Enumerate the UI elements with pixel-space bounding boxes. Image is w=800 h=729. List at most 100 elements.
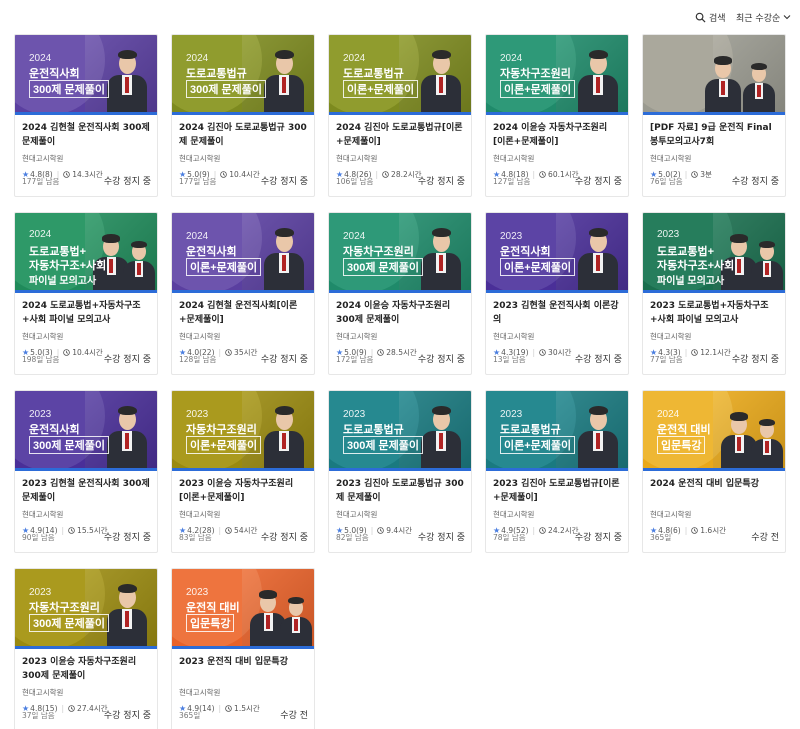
thumb-line1: 운전직사회: [186, 246, 237, 258]
course-card[interactable]: 2024 도로교통법+ 자동차구조+사회 파이널 모의고사 2024 도로교통법…: [14, 212, 158, 375]
course-institution: 현대고시학원: [22, 154, 64, 163]
thumb-line1: 운전직사회: [29, 424, 80, 436]
course-thumbnail: 2024 자동차구조원리 이론+문제풀이: [486, 35, 628, 115]
course-card[interactable]: 2024 자동차구조원리 이론+문제풀이 2024 이윤승 자동차구조원리 [이…: [485, 34, 629, 197]
instructor-photo: [751, 239, 783, 293]
search-button[interactable]: 검색: [695, 10, 726, 24]
course-card[interactable]: 2024 운전직 대비 입문특강 2024 운전직 대비 입문특강 현대고시학원…: [642, 390, 786, 553]
course-title[interactable]: 2023 김현철 운전직사회 300제 문제풀이: [22, 477, 151, 505]
thumb-year: 2023: [500, 409, 523, 420]
course-card[interactable]: 2023 도로교통법규 이론+문제풀이 2023 김진아 도로교통법규[이론+문…: [485, 390, 629, 553]
course-status: 수강 정지 중: [574, 533, 622, 543]
course-institution: 현대고시학원: [22, 332, 64, 341]
thumb-line1: 운전직사회: [500, 246, 551, 258]
course-card[interactable]: 2024 운전직사회 이론+문제풀이 2024 김현철 운전직사회[이론+문제풀…: [171, 212, 315, 375]
course-card[interactable]: 2024 자동차구조원리 300제 문제풀이 2024 이윤승 자동차구조원리 …: [328, 212, 472, 375]
course-card[interactable]: 2023 도로교통법+ 자동차구조+사회 파이널 모의고사 2023 도로교통법…: [642, 212, 786, 375]
course-status: 수강 정지 중: [417, 177, 465, 187]
course-title[interactable]: 2023 도로교통법+자동차구조+사회 파이널 모의고사: [650, 299, 779, 327]
course-thumbnail: 2023 운전직사회 이론+문제풀이: [486, 213, 628, 293]
thumb-line2: 이론+문제풀이: [186, 436, 262, 454]
instructor-photo: [123, 239, 155, 293]
course-card[interactable]: 2023 자동차구조원리 이론+문제풀이 2023 이윤승 자동차구조원리 [이…: [171, 390, 315, 553]
thumb-line1: 자동차구조원리: [186, 424, 257, 436]
instructor-photo: [751, 417, 783, 471]
course-status: 수강 정지 중: [260, 533, 308, 543]
course-thumbnail: 2024 자동차구조원리 300제 문제풀이: [329, 213, 471, 293]
top-bar: 검색 최근 수강순: [0, 0, 800, 34]
course-card[interactable]: 2024 운전직사회 300제 문제풀이 2024 김현철 운전직사회 300제…: [14, 34, 158, 197]
course-title[interactable]: 2023 이윤승 자동차구조원리 [이론+문제풀이]: [179, 477, 308, 505]
instructor-photo: [264, 47, 304, 115]
course-remaining-days: 76일 남음: [650, 177, 683, 186]
thumb-line2: 300제 문제풀이: [186, 80, 267, 98]
course-remaining-days: 177일 남음: [22, 177, 60, 186]
course-title[interactable]: 2023 김진아 도로교통법규[이론+문제풀이]: [493, 477, 622, 505]
course-institution: 현대고시학원: [336, 510, 378, 519]
thumb-line2: 이론+문제풀이: [500, 436, 576, 454]
thumb-line2: 자동차구조+사회: [29, 260, 107, 272]
thumb-line1: 도로교통법규: [343, 424, 404, 436]
course-title[interactable]: 2023 운전직 대비 입문특강: [179, 655, 308, 683]
course-status: 수강 정지 중: [574, 177, 622, 187]
thumb-line1: 자동차구조원리: [29, 602, 100, 614]
course-status: 수강 정지 중: [103, 711, 151, 721]
thumb-year: 2023: [29, 409, 52, 420]
course-title[interactable]: 2024 이윤승 자동차구조원리 300제 문제풀이: [336, 299, 465, 327]
course-thumbnail: 2024 운전직사회 이론+문제풀이: [172, 213, 314, 293]
instructor-photo: [264, 225, 304, 293]
thumb-line1: 운전직 대비: [186, 602, 240, 614]
thumb-accent-bar: [643, 290, 785, 293]
thumb-line1: 도로교통법규: [343, 68, 404, 80]
thumb-year: 2023: [657, 229, 680, 240]
sort-dropdown[interactable]: 최근 수강순: [736, 10, 791, 24]
course-remaining-days: 198일 남음: [22, 355, 60, 364]
thumb-year: 2023: [186, 587, 209, 598]
thumb-line2: 이론+문제풀이: [500, 80, 576, 98]
course-title[interactable]: 2024 운전직 대비 입문특강: [650, 477, 779, 505]
course-thumbnail: 2024 운전직 대비 입문특강: [643, 391, 785, 471]
thumb-line1: 자동차구조원리: [500, 68, 571, 80]
course-institution: 현대고시학원: [493, 332, 535, 341]
course-title[interactable]: [PDF 자료] 9급 운전직 Final 봉투모의고사7회: [650, 121, 779, 149]
course-card[interactable]: 2024 도로교통법규 이론+문제풀이 2024 김진아 도로교통법규[이론+문…: [328, 34, 472, 197]
course-thumbnail: 2024 도로교통법규 이론+문제풀이: [329, 35, 471, 115]
course-card[interactable]: 2023 도로교통법규 300제 문제풀이 2023 김진아 도로교통법규 30…: [328, 390, 472, 553]
course-institution: 현대고시학원: [179, 154, 221, 163]
course-title[interactable]: 2024 김진아 도로교통법규 300제 문제풀이: [179, 121, 308, 149]
course-title[interactable]: 2024 도로교통법+자동차구조+사회 파이널 모의고사: [22, 299, 151, 327]
sort-label: 최근 수강순: [736, 13, 781, 24]
course-card[interactable]: [PDF 자료] 9급 운전직 Final 봉투모의고사7회 현대고시학원 ★ …: [642, 34, 786, 197]
thumb-line2: 300제 문제풀이: [343, 258, 424, 276]
course-title[interactable]: 2024 김현철 운전직사회[이론+문제풀이]: [179, 299, 308, 327]
course-institution: 현대고시학원: [650, 332, 692, 341]
thumb-accent-bar: [486, 290, 628, 293]
course-card[interactable]: 2023 운전직사회 300제 문제풀이 2023 김현철 운전직사회 300제…: [14, 390, 158, 553]
course-remaining-days: 82일 남음: [336, 533, 369, 542]
thumb-line2: 자동차구조+사회: [657, 260, 735, 272]
instructor-photo: [578, 47, 618, 115]
course-title[interactable]: 2024 김현철 운전직사회 300제 문제풀이: [22, 121, 151, 149]
course-title[interactable]: 2023 김진아 도로교통법규 300제 문제풀이: [336, 477, 465, 505]
course-status: 수강 정지 중: [417, 533, 465, 543]
course-institution: 현대고시학원: [336, 332, 378, 341]
course-card[interactable]: 2023 운전직 대비 입문특강 2023 운전직 대비 입문특강 현대고시학원…: [171, 568, 315, 729]
thumb-accent-bar: [172, 290, 314, 293]
course-title[interactable]: 2023 김현철 운전직사회 이론강의: [493, 299, 622, 327]
course-title[interactable]: 2024 김진아 도로교통법규[이론+문제풀이]: [336, 121, 465, 149]
search-icon: [695, 12, 706, 23]
course-institution: 현대고시학원: [650, 510, 692, 519]
course-title[interactable]: 2023 이윤승 자동차구조원리 300제 문제풀이: [22, 655, 151, 683]
course-card[interactable]: 2024 도로교통법규 300제 문제풀이 2024 김진아 도로교통법규 30…: [171, 34, 315, 197]
course-remaining-days: 77일 남음: [650, 355, 683, 364]
course-thumbnail: 2024 운전직사회 300제 문제풀이: [15, 35, 157, 115]
course-remaining-days: 13일 남음: [493, 355, 526, 364]
search-label: 검색: [709, 13, 726, 24]
course-card[interactable]: 2023 자동차구조원리 300제 문제풀이 2023 이윤승 자동차구조원리 …: [14, 568, 158, 729]
course-status: 수강 정지 중: [103, 533, 151, 543]
course-institution: 현대고시학원: [336, 154, 378, 163]
thumb-year: 2024: [343, 231, 366, 242]
thumb-year: 2024: [186, 53, 209, 64]
course-card[interactable]: 2023 운전직사회 이론+문제풀이 2023 김현철 운전직사회 이론강의 현…: [485, 212, 629, 375]
course-title[interactable]: 2024 이윤승 자동차구조원리 [이론+문제풀이]: [493, 121, 622, 149]
